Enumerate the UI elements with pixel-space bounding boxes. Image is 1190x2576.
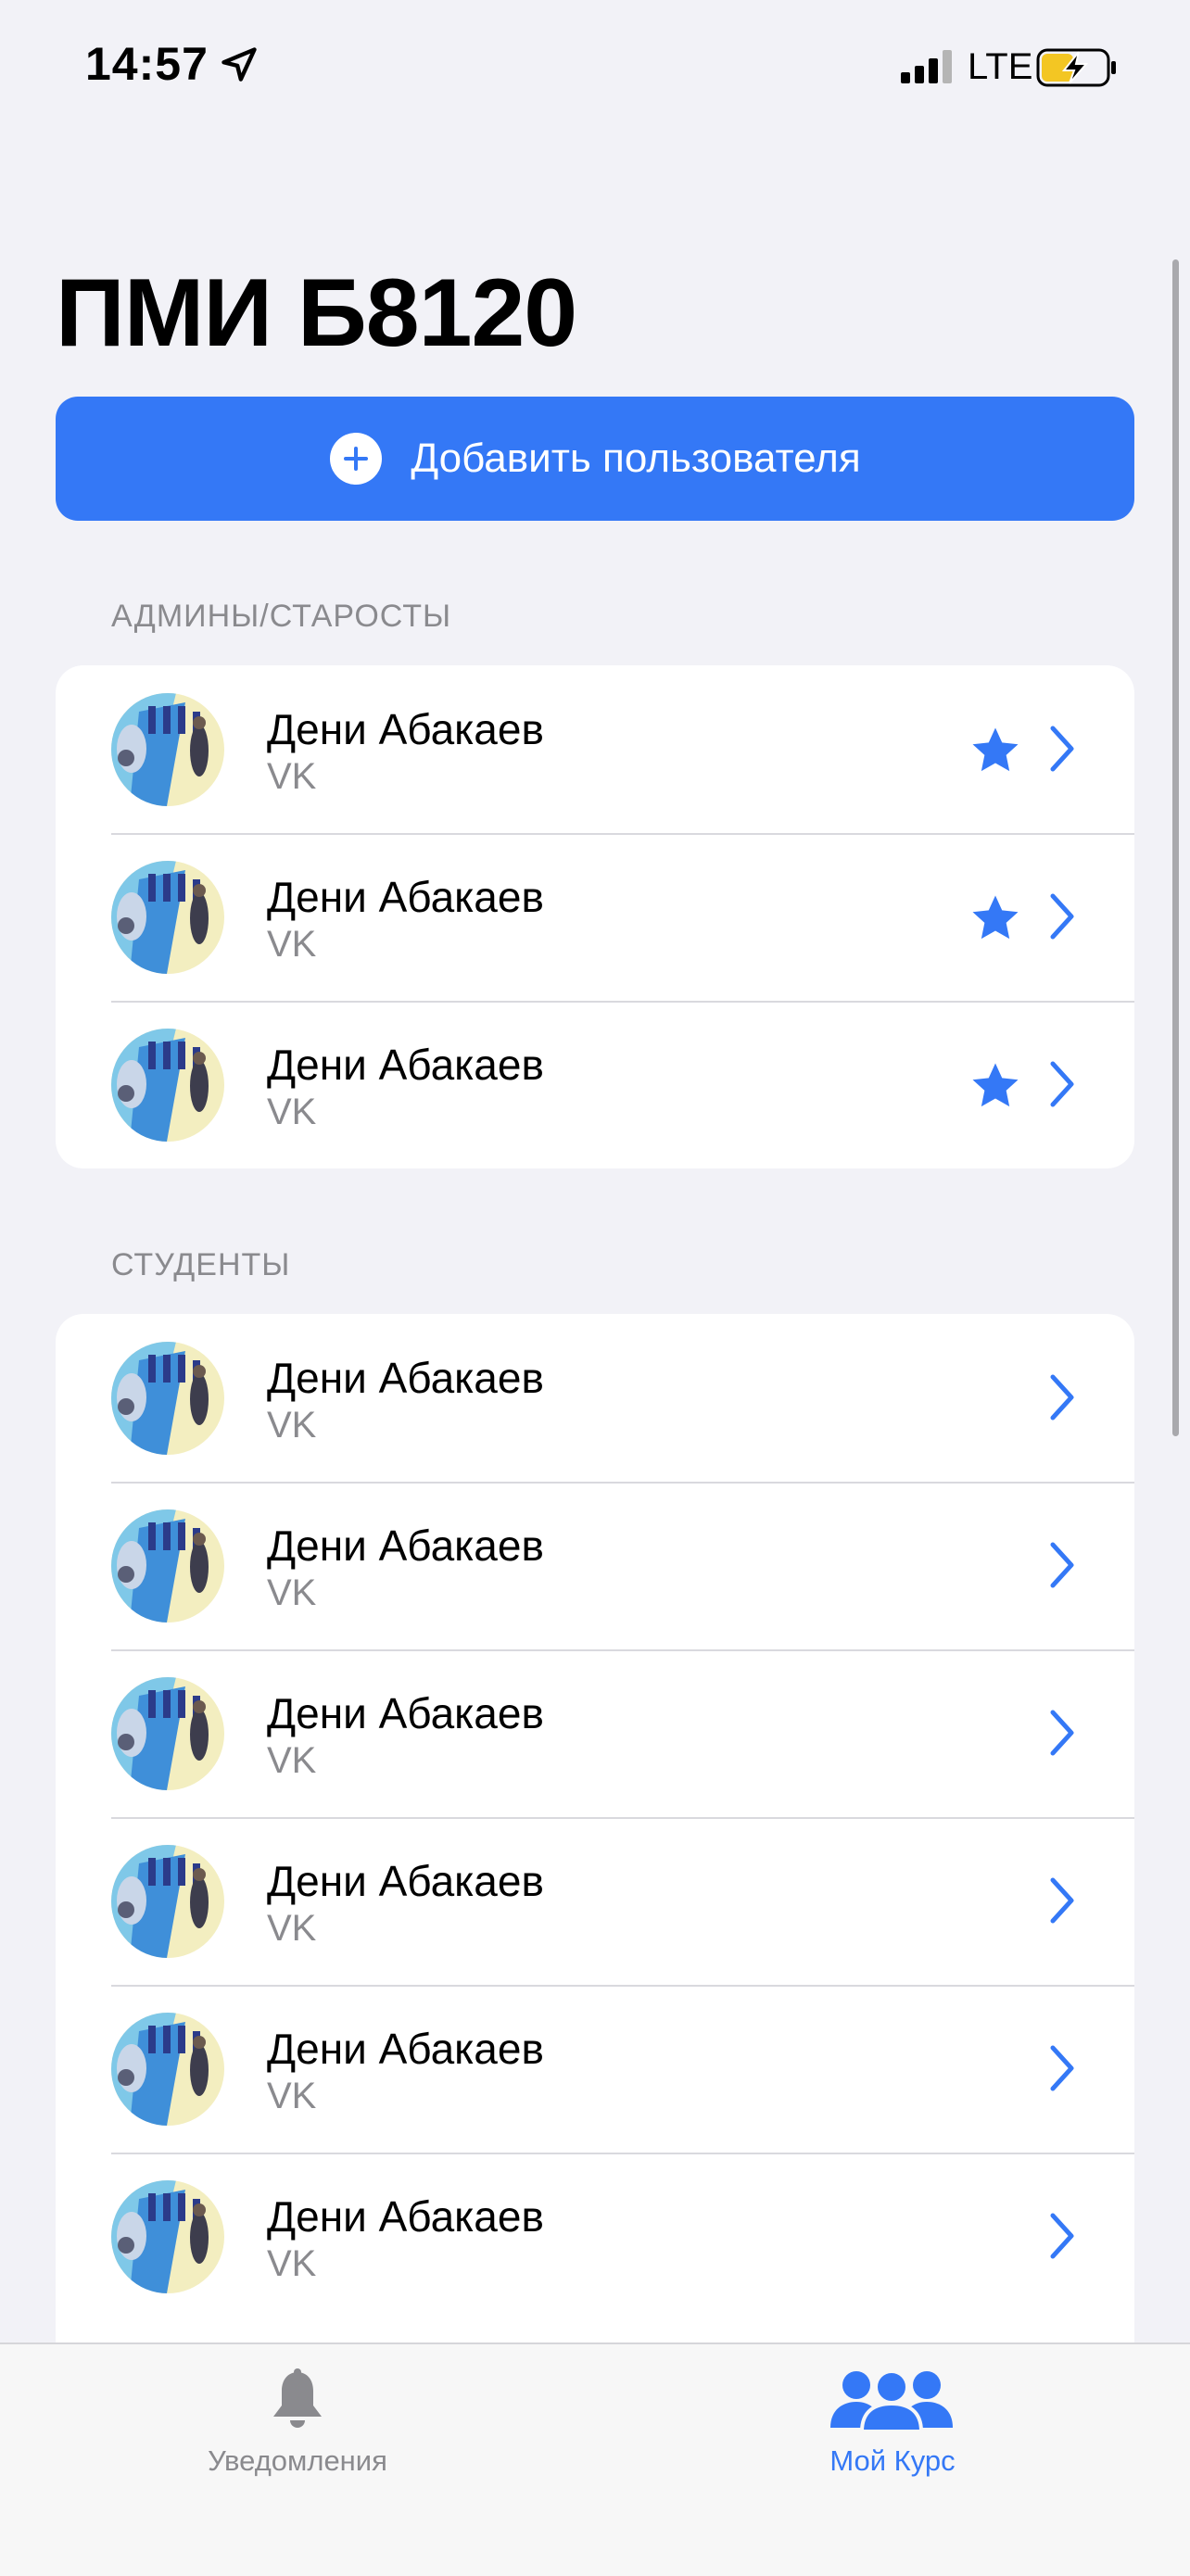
avatar-image: [111, 693, 224, 806]
user-name: Дени Абакаев: [267, 705, 544, 753]
user-name: Дени Абакаев: [267, 1857, 544, 1905]
avatar-image: [111, 861, 224, 974]
section-header-students: СТУДЕНТЫ: [111, 1247, 291, 1282]
avatar-image: [111, 2013, 224, 2126]
user-name: Дени Абакаев: [267, 2025, 544, 2073]
network-type: LTE: [968, 46, 1033, 87]
list-item[interactable]: Дени Абакаев VK: [56, 2153, 1134, 2320]
page-title: ПМИ Б8120: [56, 259, 577, 367]
chevron-right-icon: [1050, 1710, 1074, 1756]
chevron-right-icon: [1050, 893, 1074, 940]
user-name: Дени Абакаев: [267, 1041, 544, 1089]
avatar-image: [111, 1677, 224, 1790]
user-source: VK: [267, 1740, 317, 1781]
user-name: Дени Абакаев: [267, 1522, 544, 1570]
avatar: [111, 1677, 224, 1790]
user-source: VK: [267, 1092, 317, 1132]
list-item[interactable]: Дени Абакаев VK: [56, 1001, 1134, 1168]
students-list: Дени Абакаев VK Дени Абакаев VK Дени Абакаев…: [56, 1314, 1134, 2380]
chevron-right-icon: [1050, 2045, 1074, 2091]
list-item[interactable]: Дени Абакаев VK: [56, 1314, 1134, 1482]
user-source: VK: [267, 1405, 317, 1446]
list-item[interactable]: Дени Абакаев VK: [56, 665, 1134, 833]
user-source: VK: [267, 2243, 317, 2284]
add-user-label: Добавить пользователя: [411, 436, 861, 481]
chevron-right-icon: [1050, 2213, 1074, 2259]
people-icon: [830, 2369, 953, 2433]
chevron-right-icon: [1050, 1374, 1074, 1421]
list-item[interactable]: Дени Абакаев VK: [56, 1649, 1134, 1817]
avatar-image: [111, 1509, 224, 1623]
avatar-image: [111, 1845, 224, 1958]
tab-notifications[interactable]: Уведомления: [0, 2344, 595, 2576]
bell-icon: [273, 2368, 322, 2428]
section-header-admins: АДМИНЫ/СТАРОСТЫ: [111, 599, 452, 634]
list-item[interactable]: Дени Абакаев VK: [56, 1985, 1134, 2153]
tab-label: Уведомления: [208, 2444, 387, 2477]
star-icon: [972, 1063, 1019, 1107]
avatar-image: [111, 1029, 224, 1142]
avatar: [111, 1845, 224, 1958]
avatar: [111, 1509, 224, 1623]
user-name: Дени Абакаев: [267, 873, 544, 921]
user-source: VK: [267, 1572, 317, 1613]
avatar-image: [111, 1342, 224, 1455]
avatar: [111, 1029, 224, 1142]
tab-label: Мой Курс: [829, 2444, 956, 2477]
avatar: [111, 2180, 224, 2293]
user-source: VK: [267, 924, 317, 965]
user-source: VK: [267, 2076, 317, 2116]
star-icon: [972, 895, 1019, 940]
scroll-indicator[interactable]: [1172, 259, 1179, 1436]
avatar: [111, 693, 224, 806]
chevron-right-icon: [1050, 726, 1074, 772]
chevron-right-icon: [1050, 1061, 1074, 1107]
location-arrow-icon: [222, 47, 257, 82]
list-item[interactable]: Дени Абакаев VK: [56, 1482, 1134, 1649]
tab-bar: Уведомления Мой Курс: [0, 2342, 1190, 2576]
user-name: Дени Абакаев: [267, 1689, 544, 1737]
avatar-image: [111, 2180, 224, 2293]
star-icon: [972, 727, 1019, 772]
add-user-button[interactable]: Добавить пользователя: [56, 397, 1134, 521]
battery-charging-icon: [1036, 48, 1116, 87]
chevron-right-icon: [1050, 1542, 1074, 1588]
list-item[interactable]: Дени Абакаев VK: [56, 1817, 1134, 1985]
avatar: [111, 2013, 224, 2126]
avatar: [111, 1342, 224, 1455]
admins-list: Дени Абакаев VK Дени Абакаев VK Дени Абакаев…: [56, 665, 1134, 1168]
chevron-right-icon: [1050, 1877, 1074, 1924]
user-name: Дени Абакаев: [267, 1354, 544, 1402]
user-source: VK: [267, 756, 317, 797]
user-source: VK: [267, 1908, 317, 1949]
cellular-signal-icon: [901, 50, 952, 83]
status-bar: 14:57 LTE: [0, 0, 1190, 130]
avatar: [111, 861, 224, 974]
list-item[interactable]: Дени Абакаев VK: [56, 833, 1134, 1001]
status-time: 14:57: [85, 38, 209, 90]
plus-circle-icon: [330, 433, 383, 485]
user-name: Дени Абакаев: [267, 2192, 544, 2241]
tab-my-course[interactable]: Мой Курс: [595, 2344, 1190, 2576]
